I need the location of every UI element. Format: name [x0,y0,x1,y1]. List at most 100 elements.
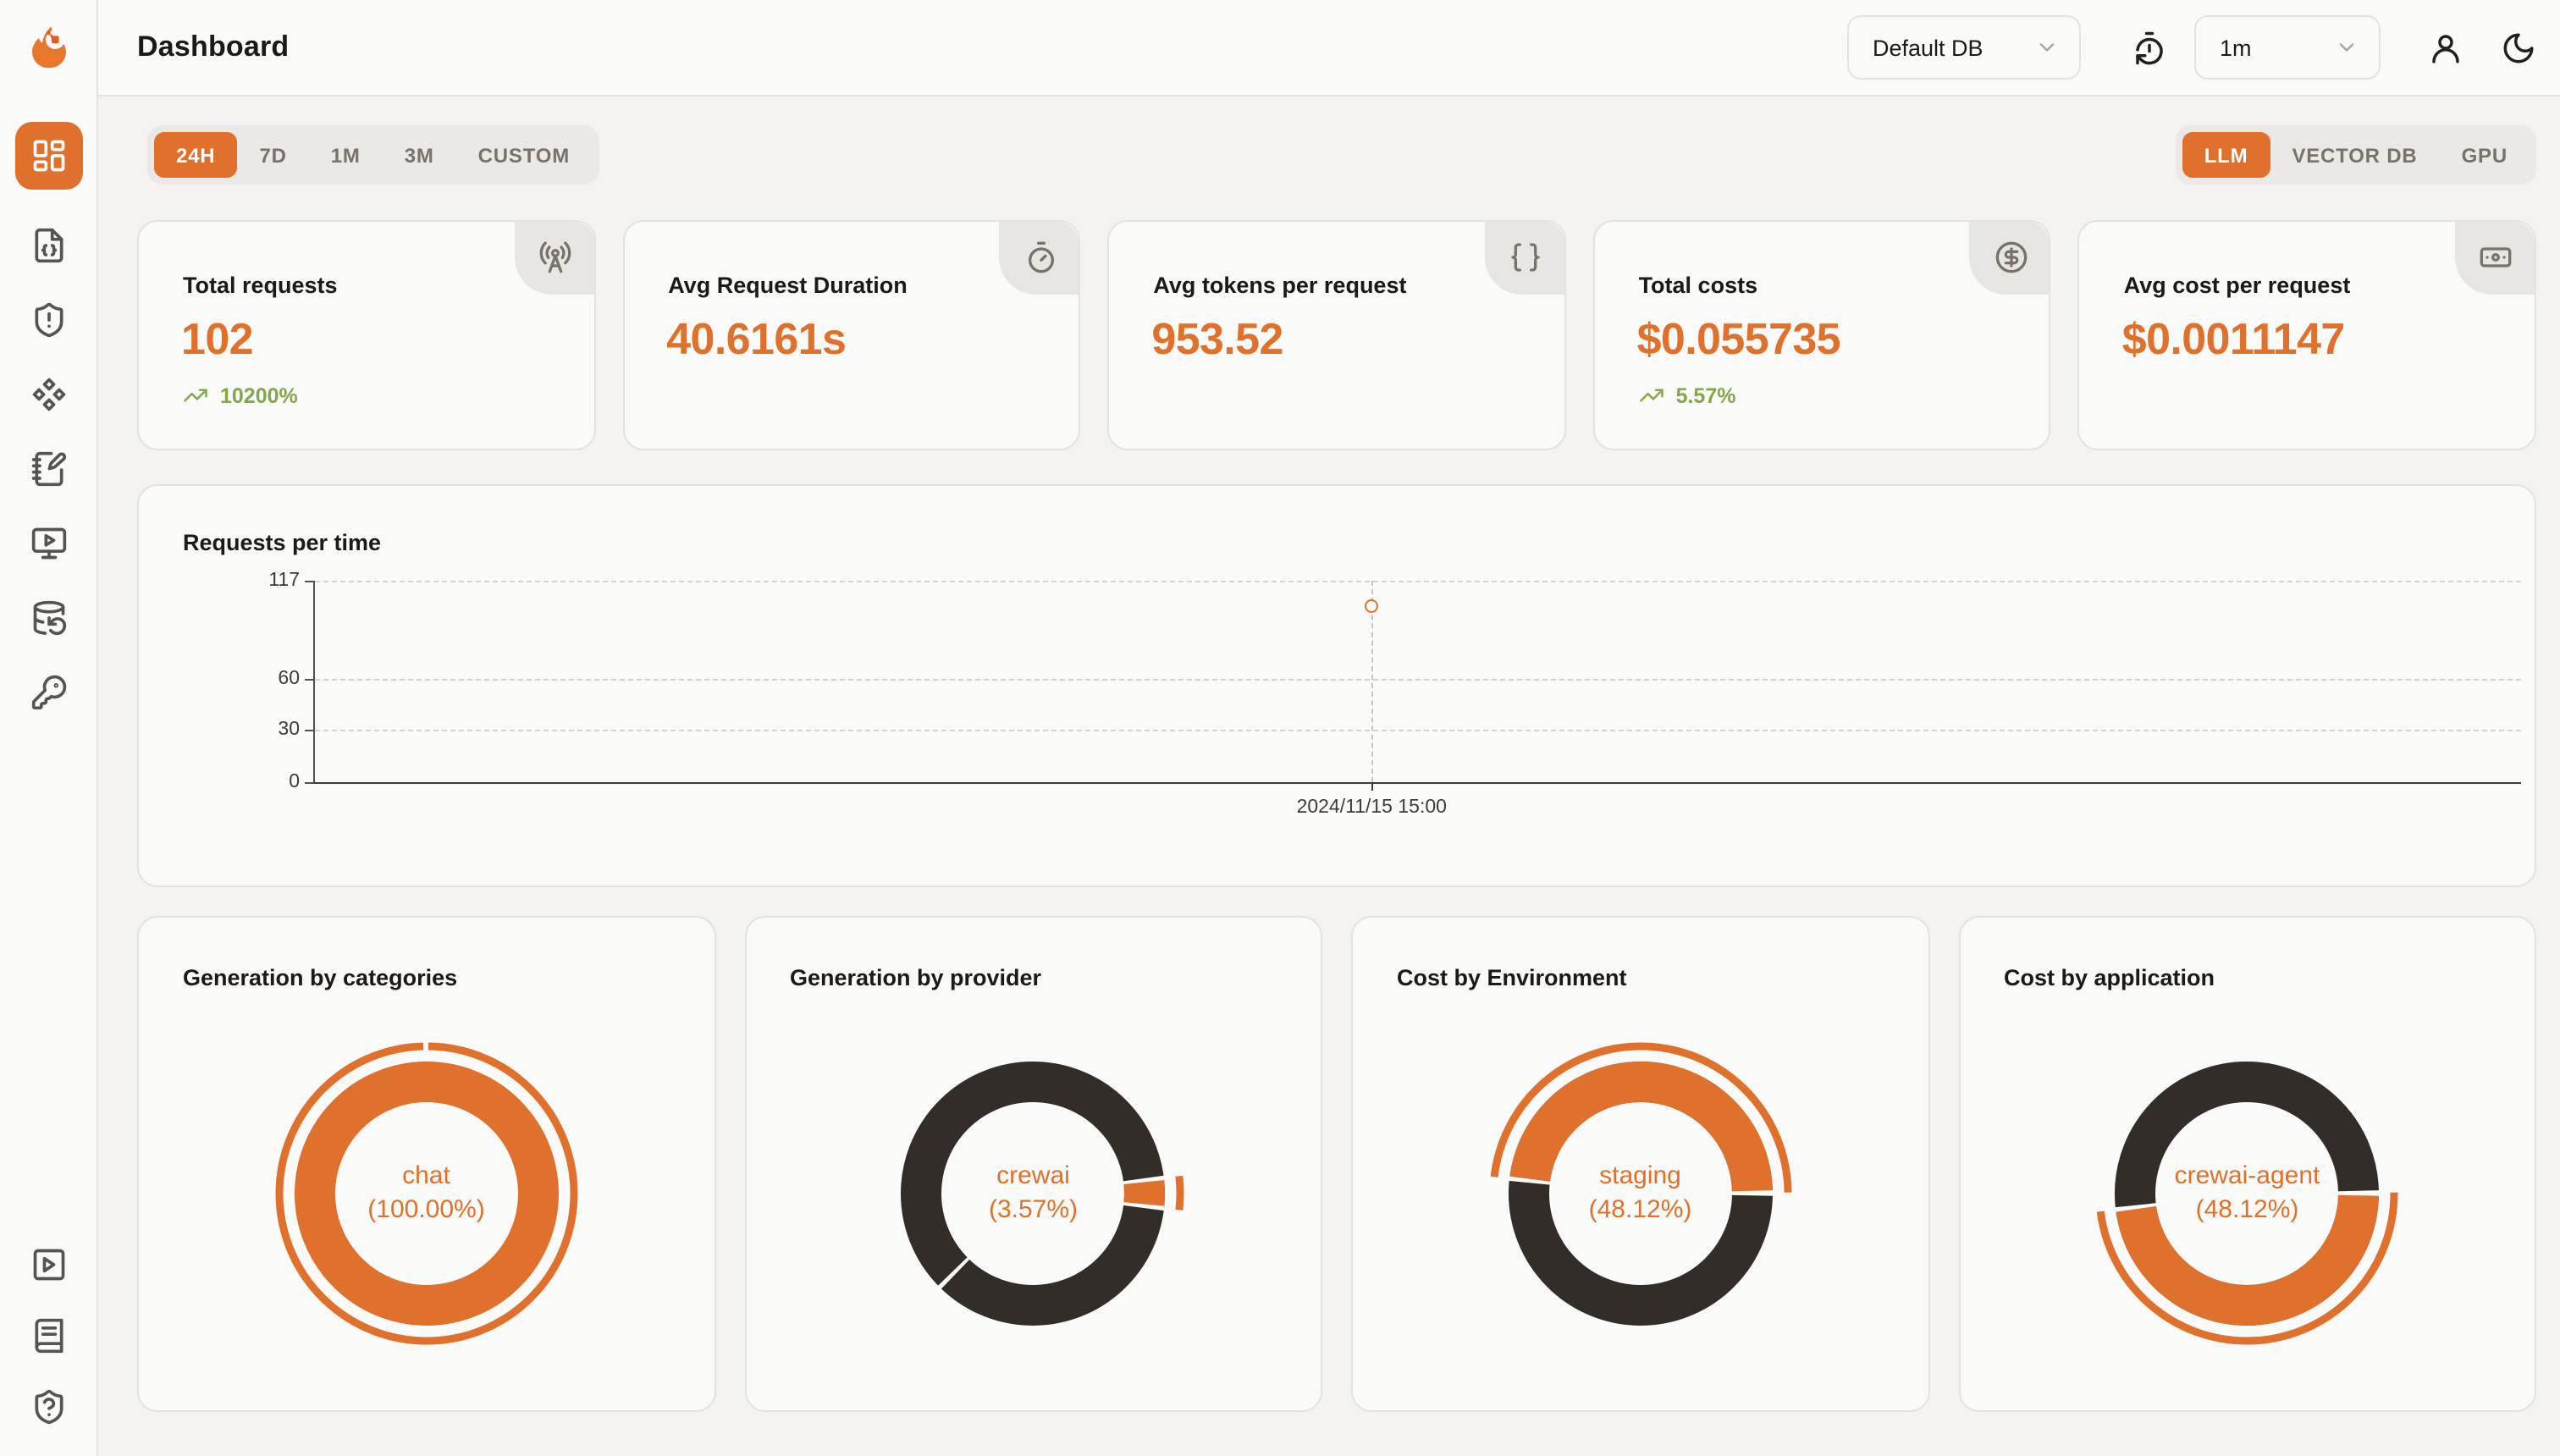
y-tick-label: 117 [268,571,300,591]
sidebar-bottom [30,1246,67,1456]
sidebar-item-dashboard[interactable] [14,122,82,190]
donut-label-name: staging [1599,1160,1681,1194]
y-tick [305,731,313,732]
x-tick-label: 2024/11/15 15:00 [1297,797,1447,818]
sidebar-item-support[interactable] [30,1388,67,1426]
topbar: Dashboard Default DB 1m [98,0,2560,97]
moon-icon [2501,30,2536,65]
stat-trend-value: 5.57% [1676,383,1736,407]
y-axis [313,581,315,782]
stats-row: Total requests 102 10200% Avg Request Du… [137,220,2536,450]
donut-chart[interactable]: crewai (3.57%) [878,1038,1189,1349]
interval-select[interactable]: 1m [2194,15,2381,80]
stat-card-avg-cost: Avg cost per request $0.0011147 [2078,220,2536,450]
sidebar-item-prompts[interactable] [30,376,67,413]
sidebar-item-api-keys[interactable] [30,674,67,711]
data-point [1365,600,1378,614]
requests-per-time-chart: Requests per time 030601172024/11/15 15:… [137,484,2536,887]
stat-trend: 10200% [139,366,593,408]
database-backup-icon [30,599,67,637]
stat-value: 40.6161s [624,298,1079,366]
sidebar-item-docs[interactable] [30,1317,67,1354]
tab-custom[interactable]: CUSTOM [456,132,592,178]
donut-title: Cost by application [2004,965,2215,990]
y-tick [305,679,313,681]
radio-tower-icon [538,240,572,273]
donut-title: Generation by categories [183,965,457,990]
stat-badge [1485,222,1564,295]
sidebar-item-evaluations[interactable] [30,450,67,488]
banknote-icon [2480,240,2513,273]
tab-7d[interactable]: 7D [237,132,308,178]
file-json-icon [30,227,67,264]
shield-alert-icon [30,301,67,339]
donut-chart[interactable]: chat (100.00%) [271,1038,582,1349]
main-content: 24H 7D 1M 3M CUSTOM LLM VECTOR DB GPU [98,97,2560,1456]
shield-question-icon [30,1388,67,1426]
time-plot-area[interactable]: 030601172024/11/15 15:00 [315,581,2521,782]
dark-mode-toggle[interactable] [2501,30,2536,65]
profile-button[interactable] [2428,30,2463,65]
time-range-tabs: 24H 7D 1M 3M CUSTOM [147,125,599,185]
sidebar-item-database[interactable] [30,599,67,637]
dashboard-app: Dashboard Default DB 1m [0,0,2560,1456]
x-axis [313,782,2521,784]
stat-value: $0.055735 [1595,298,2050,366]
timer-reset-icon [2132,30,2167,65]
donut-label-pct: (100.00%) [367,1194,484,1228]
donut-title: Cost by Environment [1397,965,1627,990]
stat-trend: 5.57% [1595,366,2050,408]
donut-center-label: crewai (3.57%) [878,1038,1189,1349]
donut-title: Generation by provider [790,965,1041,990]
component-icon [30,376,67,413]
circle-dollar-icon [1994,240,2028,273]
app-logo[interactable] [0,0,97,97]
tab-3m[interactable]: 3M [383,132,456,178]
stat-badge [1970,222,2050,295]
trending-up-icon [183,383,208,408]
stat-card-total-costs: Total costs $0.055735 5.57% [1593,220,2051,450]
donut-chart[interactable]: staging (48.12%) [1485,1038,1796,1349]
y-tick-label: 0 [289,772,300,792]
donut-card-generation-by-provider: Generation by provider crewai (3.57%) [744,916,1322,1412]
tab-vector-db[interactable]: VECTOR DB [2270,132,2439,178]
donut-card-cost-by-application: Cost by application crewai-agent (48.12%… [1958,916,2536,1412]
tab-gpu[interactable]: GPU [2440,132,2530,178]
stat-value: $0.0011147 [2080,298,2535,366]
timer-icon [1023,240,1057,273]
donut-card-cost-by-environment: Cost by Environment staging (48.12%) [1351,916,1929,1412]
sidebar-item-playground[interactable] [30,525,67,562]
braces-icon [1509,240,1543,273]
donut-label-name: chat [402,1160,450,1194]
sidebar [0,0,98,1456]
refresh-interval-button[interactable] [2132,30,2167,65]
stat-card-avg-tokens: Avg tokens per request 953.52 [1107,220,1565,450]
chevron-down-icon [2335,36,2359,59]
donut-chart[interactable]: crewai-agent (48.12%) [2092,1038,2403,1349]
y-tick-label: 30 [278,720,300,741]
gridline [315,581,2521,582]
donut-label-pct: (48.12%) [1589,1194,1692,1228]
stat-card-avg-duration: Avg Request Duration 40.6161s [622,220,1080,450]
trending-up-icon [1639,383,1664,408]
chart-title: Requests per time [183,530,381,555]
tab-24h[interactable]: 24H [154,132,237,178]
interval-select-value: 1m [2220,35,2252,60]
donut-label-pct: (3.57%) [989,1194,1078,1228]
mode-tabs: LLM VECTOR DB GPU [2176,125,2536,185]
sidebar-item-exceptions[interactable] [30,301,67,339]
tab-llm[interactable]: LLM [2182,132,2270,178]
y-tick [305,581,313,582]
page-title: Dashboard [137,30,289,64]
user-icon [2428,30,2463,65]
db-select[interactable]: Default DB [1847,15,2081,80]
sidebar-item-demo-video[interactable] [30,1246,67,1283]
stat-card-total-requests: Total requests 102 10200% [137,220,595,450]
donut-label-pct: (48.12%) [2196,1194,2299,1228]
book-text-icon [30,1317,67,1354]
square-play-icon [30,1246,67,1283]
donuts-row: Generation by categories chat (100.00%) [137,916,2536,1412]
tab-1m[interactable]: 1M [309,132,383,178]
donut-center-label: staging (48.12%) [1485,1038,1796,1349]
sidebar-item-requests[interactable] [30,227,67,264]
